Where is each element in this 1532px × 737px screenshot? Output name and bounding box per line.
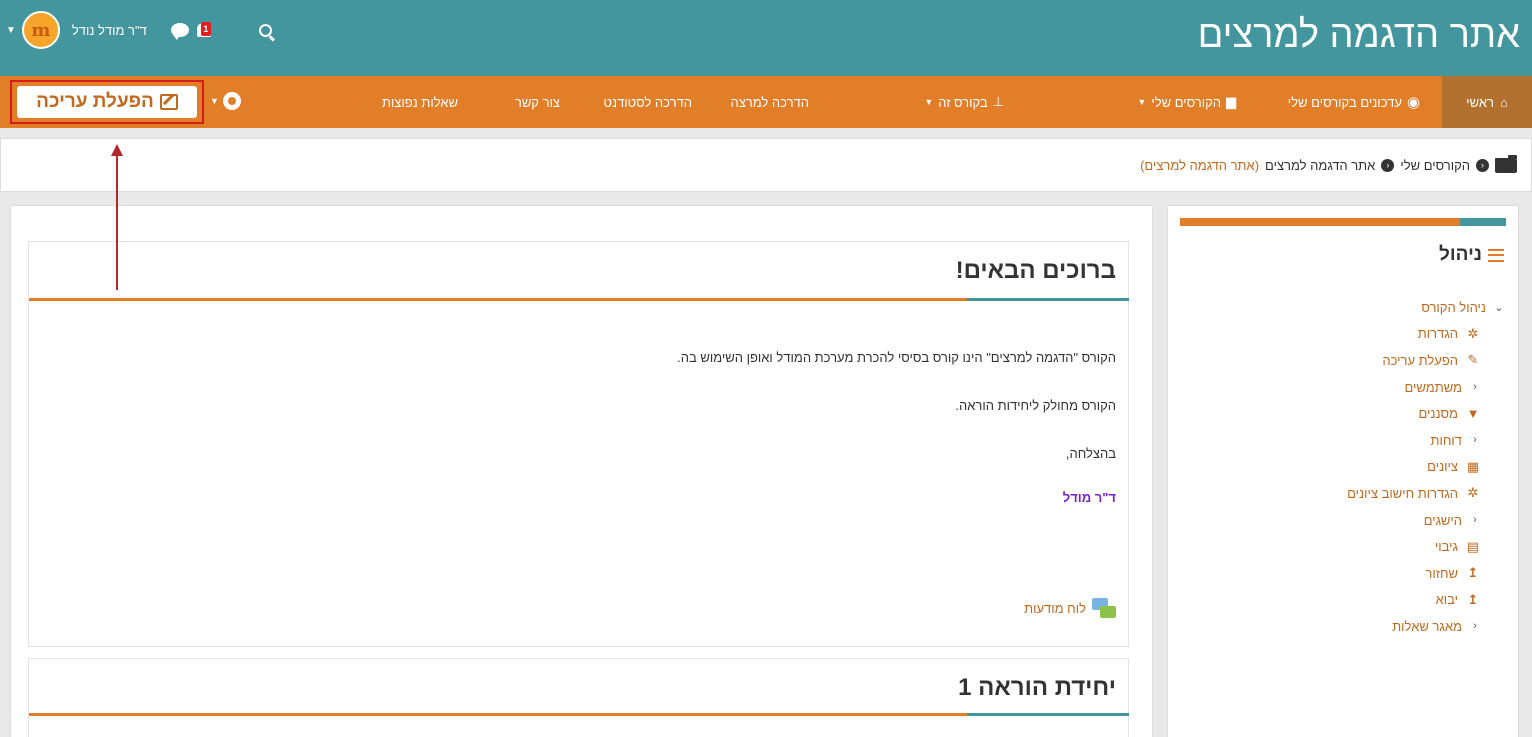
block-stripe [1180, 218, 1506, 226]
site-header: אתר הדגמה למרצים ▼ m ד"ר מודל נודל 1 [0, 0, 1532, 76]
briefcase-icon: ▆ [1226, 94, 1236, 109]
chevron-down-icon: ▼ [1137, 97, 1147, 107]
admin-item-grade-calc-settings[interactable]: ✲ הגדרות חישוב ציונים [1166, 480, 1518, 507]
breadcrumb-my-courses[interactable]: הקורסים שלי [1400, 158, 1470, 173]
upload-icon: ↥ [1467, 565, 1479, 581]
chevron-left-icon: ‹ [1473, 434, 1477, 447]
admin-item-settings[interactable]: ✲ הגדרות [1166, 321, 1518, 348]
nav-contact[interactable]: צור קשר [515, 76, 560, 128]
activity-link[interactable]: לוח מודעות [1024, 601, 1086, 616]
admin-item-question-bank[interactable]: ‹ מאגר שאלות [1166, 613, 1518, 640]
edit-icon [159, 94, 178, 110]
edit-mode-highlight: הפעלת עריכה [10, 80, 204, 124]
section-divider [29, 298, 1129, 301]
activity-announcements[interactable]: לוח מודעות [1024, 598, 1116, 618]
forum-icon [1092, 598, 1116, 618]
section-divider [29, 713, 1129, 716]
administration-block: ניהול ⌄ ניהול הקורס ✲ הגדרות ✎ הפעלת ערי… [1167, 205, 1519, 737]
file-icon: ▤ [1466, 538, 1480, 554]
nav-faq[interactable]: שאלות נפוצות [382, 76, 458, 128]
breadcrumb: ‹ הקורסים שלי ‹ אתר הדגמה למרצים (אתר הד… [0, 138, 1532, 192]
search-icon[interactable] [258, 23, 272, 37]
admin-item-reports[interactable]: ‹ דוחות [1166, 427, 1518, 454]
summary-paragraph: הקורס "הדגמה למרצים" הינו קורס בסיסי להכ… [677, 350, 1116, 365]
user-menu-caret-icon[interactable]: ▼ [6, 25, 16, 36]
section-unit-1: יחידת הוראה 1 [28, 658, 1129, 737]
summary-paragraph: בהצלחה, [1065, 446, 1116, 461]
admin-item-grades[interactable]: ▦ ציונים [1166, 454, 1518, 481]
nav-home[interactable]: ⌂ ראשי [1442, 76, 1532, 128]
chevron-left-icon: ‹ [1473, 381, 1477, 394]
chevron-left-icon: ‹ [1381, 158, 1395, 172]
course-content: ברוכים הבאים! הקורס "הדגמה למרצים" הינו … [10, 205, 1153, 737]
section-welcome: ברוכים הבאים! הקורס "הדגמה למרצים" הינו … [28, 241, 1129, 647]
nav-this-course[interactable]: ⊥ בקורס זה ▼ [924, 76, 1004, 128]
chevron-left-icon: ‹ [1473, 620, 1477, 633]
summary-paragraph: הקורס מחולק ליחידות הוראה. [955, 398, 1116, 413]
turn-editing-on-button[interactable]: הפעלת עריכה [17, 86, 197, 118]
nav-lecturer-guide[interactable]: הדרכה למרצה [730, 76, 809, 128]
filter-icon: ▼ [1466, 406, 1480, 422]
admin-item-filters[interactable]: ▼ מסננים [1166, 400, 1518, 427]
notifications-icon[interactable]: 1 [196, 22, 213, 38]
chevron-down-icon: ▼ [210, 96, 219, 106]
avatar[interactable]: m [21, 11, 60, 49]
admin-item-badges[interactable]: ‹ הישגים [1166, 507, 1518, 534]
dashboard-icon: ◉ [1406, 94, 1420, 111]
menu-icon [1488, 248, 1504, 262]
chevron-left-icon: ‹ [1473, 514, 1477, 527]
table-icon: ▦ [1466, 458, 1480, 474]
user-name[interactable]: ד"ר מודל נודל [72, 23, 147, 38]
breadcrumb-site-paren: (אתר הדגמה למרצים) [1140, 157, 1260, 173]
messages-icon[interactable] [170, 23, 189, 40]
admin-item-turn-editing-on[interactable]: ✎ הפעלת עריכה [1166, 347, 1518, 374]
notification-badge: 1 [200, 22, 211, 36]
upload-icon: ↥ [1467, 591, 1479, 607]
admin-tree: ⌄ ניהול הקורס ✲ הגדרות ✎ הפעלת עריכה ‹ מ… [1166, 294, 1518, 640]
nav-student-guide[interactable]: הדרכה לסטודנט [604, 76, 692, 128]
gear-icon: ✲ [1467, 485, 1479, 501]
nav-updates[interactable]: ◉ עדכונים בקורסים שלי [1288, 76, 1420, 128]
folder-icon [1495, 154, 1517, 173]
chevron-left-icon: ‹ [1476, 158, 1489, 172]
annotation-arrow [116, 152, 118, 290]
admin-item-restore[interactable]: ↥ שחזור [1166, 560, 1518, 587]
section-title: יחידת הוראה 1 [958, 674, 1116, 701]
pencil-icon: ✎ [1467, 352, 1479, 368]
signature: ד"ר מודל [1062, 490, 1116, 505]
course-settings-menu[interactable]: ▼ [210, 92, 241, 110]
admin-item-users[interactable]: ‹ משתמשים [1166, 374, 1518, 401]
user-menu[interactable]: ▼ m ד"ר מודל נודל 1 [6, 10, 272, 50]
block-title: ניהול [1439, 244, 1504, 266]
sitemap-icon: ⊥ [992, 94, 1004, 109]
main-nav: ⌂ ראשי ◉ עדכונים בקורסים שלי ▆ הקורסים ש… [0, 76, 1532, 128]
nav-my-courses[interactable]: ▆ הקורסים שלי ▼ [1137, 76, 1236, 128]
home-icon: ⌂ [1499, 94, 1508, 110]
admin-item-backup[interactable]: ▤ גיבוי [1166, 533, 1518, 560]
gear-icon [222, 92, 241, 110]
chevron-down-icon: ⌄ [1494, 301, 1504, 314]
admin-item-import[interactable]: ↥ יבוא [1166, 587, 1518, 614]
breadcrumb-site[interactable]: אתר הדגמה למרצים [1265, 158, 1375, 173]
section-title: ברוכים הבאים! [955, 257, 1116, 284]
site-title[interactable]: אתר הדגמה למרצים [1198, 14, 1520, 57]
admin-item-course-admin[interactable]: ⌄ ניהול הקורס [1166, 294, 1518, 321]
chevron-down-icon: ▼ [924, 97, 934, 107]
gear-icon: ✲ [1467, 325, 1479, 341]
